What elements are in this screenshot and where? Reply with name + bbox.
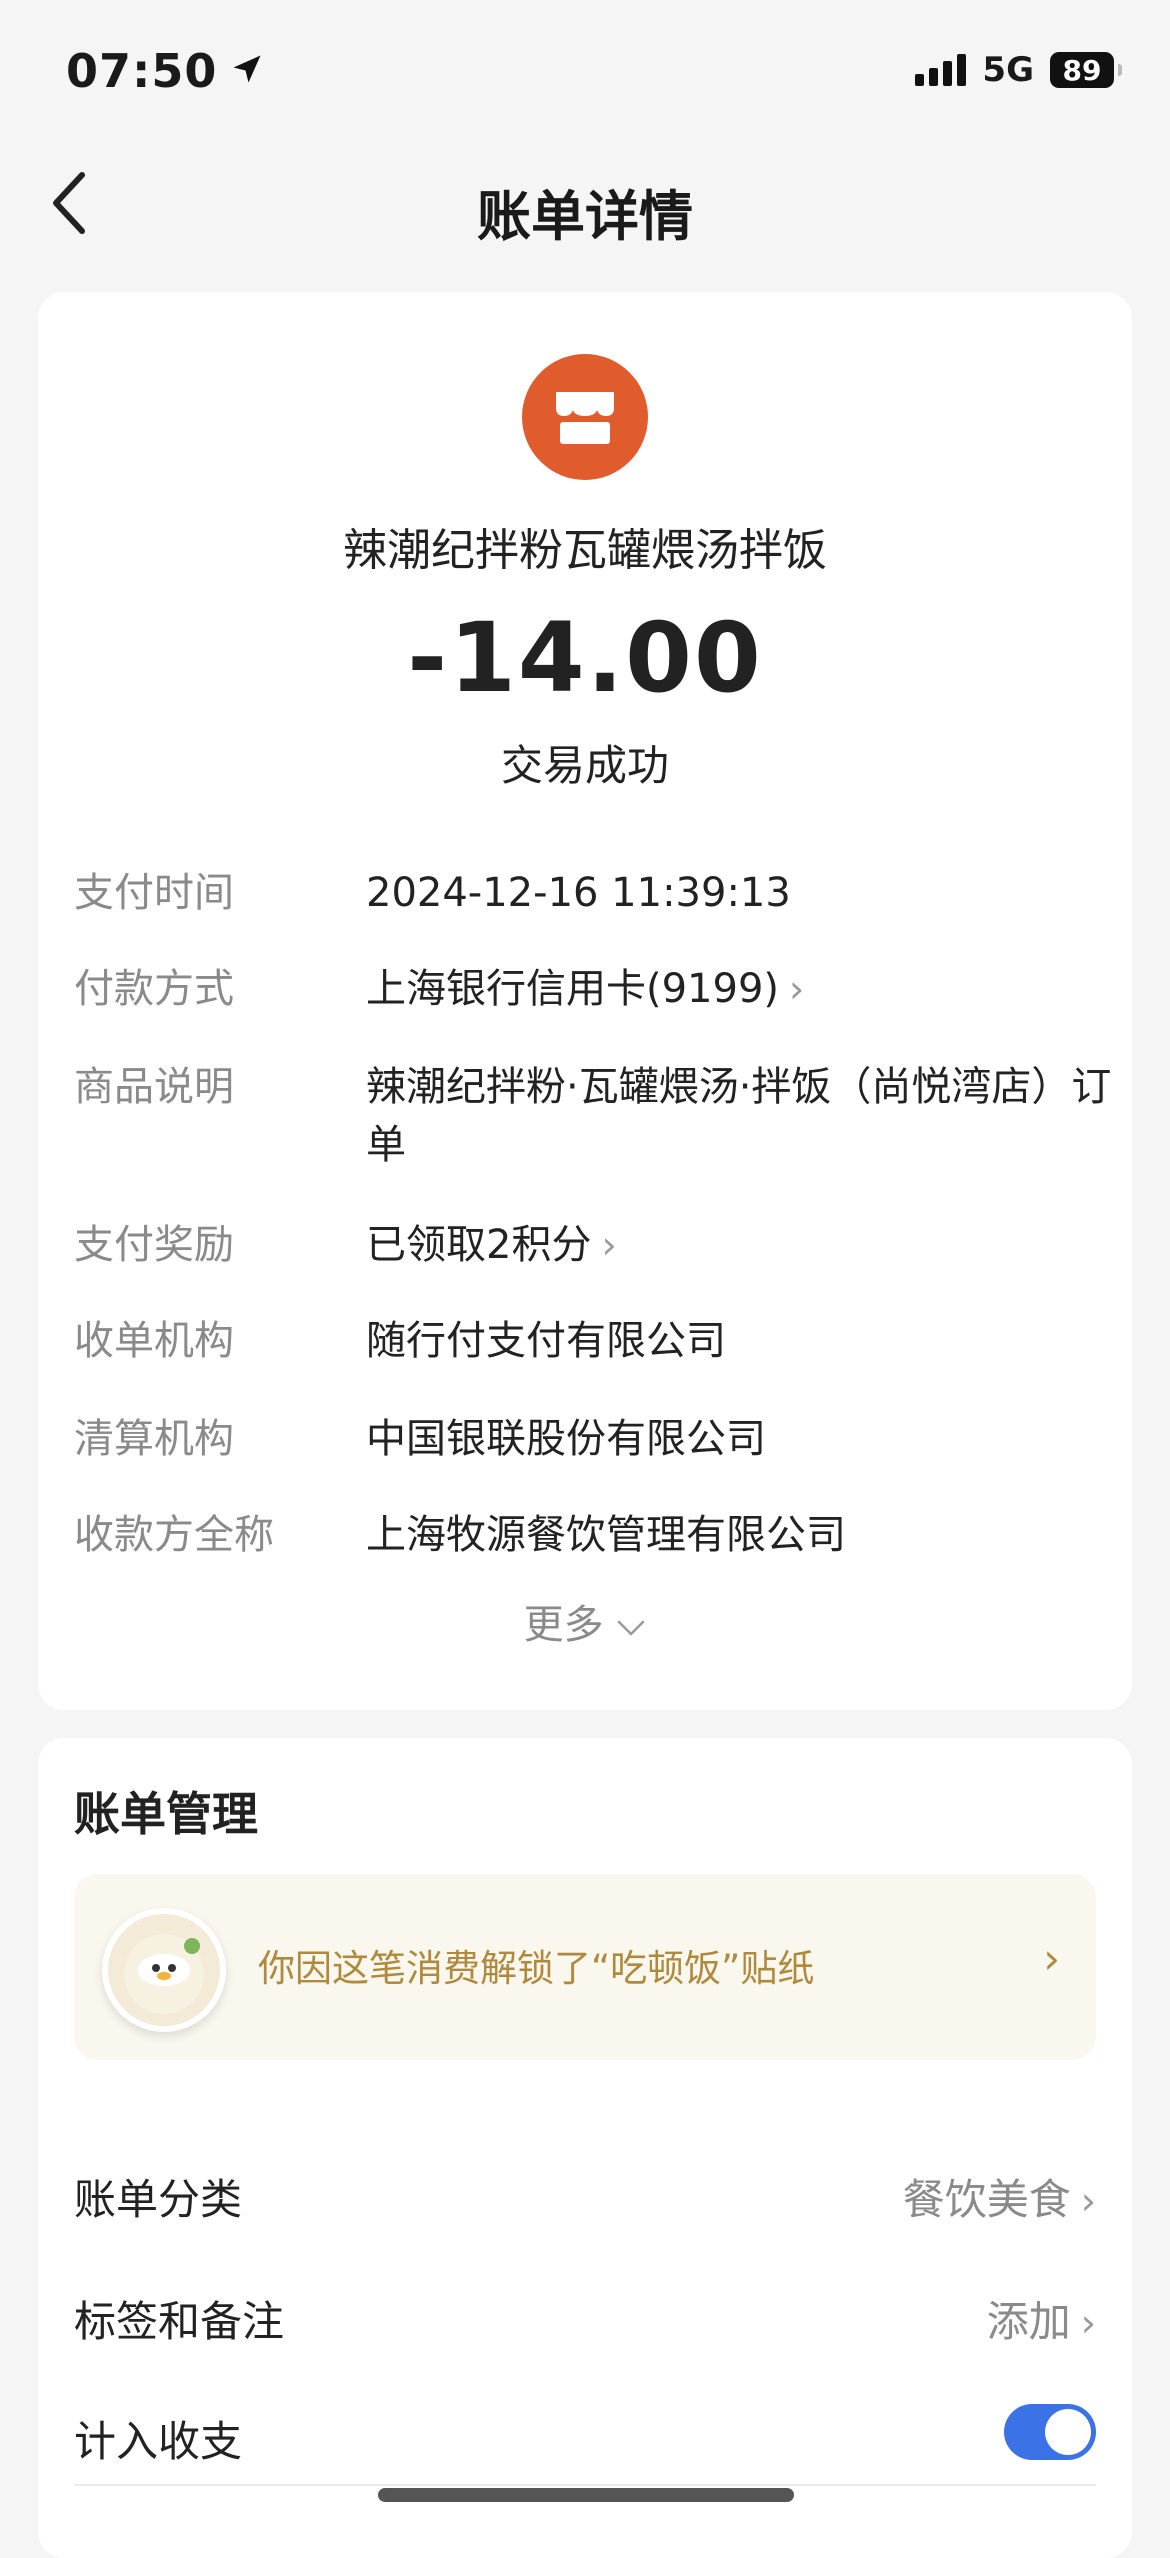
- tags-notes-label: 标签和备注: [74, 2297, 285, 2346]
- status-time: 07:50: [66, 44, 265, 98]
- chevron-right-icon: ›: [1080, 2179, 1096, 2223]
- battery-level: 89: [1062, 53, 1102, 87]
- network-type: 5G: [982, 50, 1034, 90]
- bill-category-row[interactable]: 账单分类 餐饮美食 ›: [74, 2160, 1096, 2230]
- detail-value: 2024-12-16 11:39:13: [366, 870, 791, 916]
- time-text: 07:50: [66, 44, 218, 98]
- detail-label: 商品说明: [74, 1064, 234, 1110]
- chevron-down-icon: [616, 1602, 646, 1648]
- section-title: 账单管理: [74, 1787, 258, 1841]
- battery-icon: 89: [1050, 52, 1122, 88]
- bill-category-value: 餐饮美食: [902, 2175, 1071, 2224]
- detail-value: 上海牧源餐饮管理有限公司: [366, 1512, 846, 1558]
- detail-value: 辣潮纪拌粉·瓦罐煨汤·拌饭（尚悦湾店）订单: [366, 1064, 1112, 1168]
- detail-label: 支付奖励: [74, 1222, 234, 1268]
- status-bar: 07:50 5G 89: [0, 0, 1170, 140]
- shop-icon: [522, 354, 648, 480]
- bill-management-card: 账单管理 你因这笔消费解锁了“吃顿饭”贴纸 › 账单分类 餐饮美食 › 标签和备注…: [38, 1738, 1132, 2558]
- chevron-right-icon: ›: [1043, 1934, 1060, 1983]
- detail-label: 清算机构: [74, 1416, 234, 1462]
- signal-icon: [915, 54, 967, 86]
- home-indicator[interactable]: [378, 2488, 794, 2502]
- detail-label: 支付时间: [74, 870, 234, 916]
- include-balance-toggle[interactable]: [1004, 2404, 1096, 2460]
- chevron-right-icon: ›: [601, 1223, 617, 1267]
- detail-label: 付款方式: [74, 966, 234, 1012]
- location-arrow-icon: [229, 44, 265, 98]
- transaction-amount: -14.00: [407, 602, 763, 714]
- more-button[interactable]: 更多: [38, 1592, 1132, 1650]
- tags-notes-value: 添加: [986, 2297, 1071, 2346]
- include-balance-label: 计入收支: [74, 2417, 243, 2466]
- sticker-icon: [102, 1908, 226, 2032]
- chevron-right-icon: ›: [789, 967, 805, 1011]
- bill-category-value-wrap: 餐饮美食 ›: [903, 2166, 1096, 2227]
- chevron-right-icon: ›: [1080, 2301, 1096, 2345]
- divider: [74, 2484, 1096, 2486]
- bill-category-label: 账单分类: [74, 2175, 243, 2224]
- sticker-text: 你因这笔消费解锁了“吃顿饭”贴纸: [258, 1947, 815, 1990]
- bill-detail-card: 辣潮纪拌粉瓦罐煨汤拌饭 -14.00 交易成功 支付时间 2024-12-16 …: [38, 292, 1132, 1710]
- detail-label: 收款方全称: [74, 1512, 274, 1558]
- detail-value-wrap: 已领取2积分 ›: [366, 1216, 1126, 1274]
- include-balance-row: 计入收支: [74, 2402, 1096, 2472]
- merchant-name: 辣潮纪拌粉瓦罐煨汤拌饭: [343, 525, 827, 576]
- detail-value[interactable]: 已领取2积分: [366, 1222, 591, 1268]
- detail-value: 中国银联股份有限公司: [366, 1416, 766, 1462]
- more-label: 更多: [523, 1602, 604, 1648]
- detail-value[interactable]: 上海银行信用卡(9199): [366, 966, 779, 1012]
- detail-label: 收单机构: [74, 1318, 234, 1364]
- nav-bar: 账单详情: [0, 150, 1170, 260]
- tags-notes-value-wrap: 添加 ›: [987, 2288, 1096, 2349]
- sticker-banner[interactable]: 你因这笔消费解锁了“吃顿饭”贴纸 ›: [74, 1874, 1096, 2060]
- transaction-status: 交易成功: [500, 741, 669, 790]
- detail-value-wrap: 上海银行信用卡(9199) ›: [366, 960, 1126, 1018]
- detail-value: 随行付支付有限公司: [366, 1318, 726, 1364]
- page-title: 账单详情: [477, 185, 693, 248]
- tags-notes-row[interactable]: 标签和备注 添加 ›: [74, 2282, 1096, 2352]
- status-indicators: 5G 89: [915, 50, 1122, 90]
